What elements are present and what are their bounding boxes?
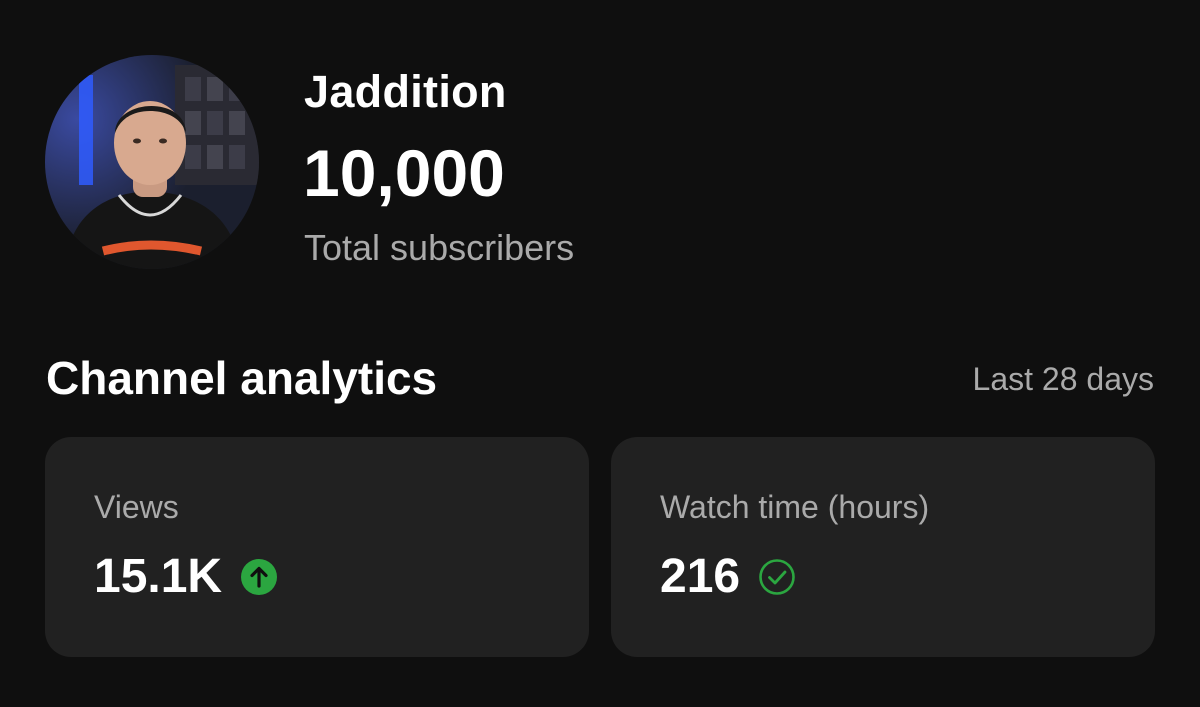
period-selector[interactable]: Last 28 days: [973, 358, 1154, 400]
channel-name: Jaddition: [304, 66, 507, 117]
check-circle-icon: [759, 559, 795, 595]
views-value: 15.1K: [94, 550, 223, 603]
subscriber-label: Total subscribers: [304, 227, 575, 268]
views-label: Views: [94, 489, 179, 525]
channel-analytics-screen: Jaddition 10,000 Total subscribers Chann…: [0, 0, 1200, 707]
subscriber-count: 10,000: [303, 136, 505, 210]
avatar-image: [45, 55, 259, 269]
section-title: Channel analytics: [46, 352, 438, 404]
arrow-up-circle-icon: [241, 559, 278, 595]
channel-avatar[interactable]: [45, 55, 259, 269]
watch-time-value-row: 216: [660, 549, 796, 605]
watch-time-card[interactable]: Watch time (hours) 216: [611, 437, 1155, 657]
views-value-row: 15.1K: [94, 549, 278, 605]
watch-time-value: 216: [660, 550, 741, 603]
views-card[interactable]: Views 15.1K: [45, 437, 589, 657]
watch-time-label: Watch time (hours): [660, 489, 930, 525]
